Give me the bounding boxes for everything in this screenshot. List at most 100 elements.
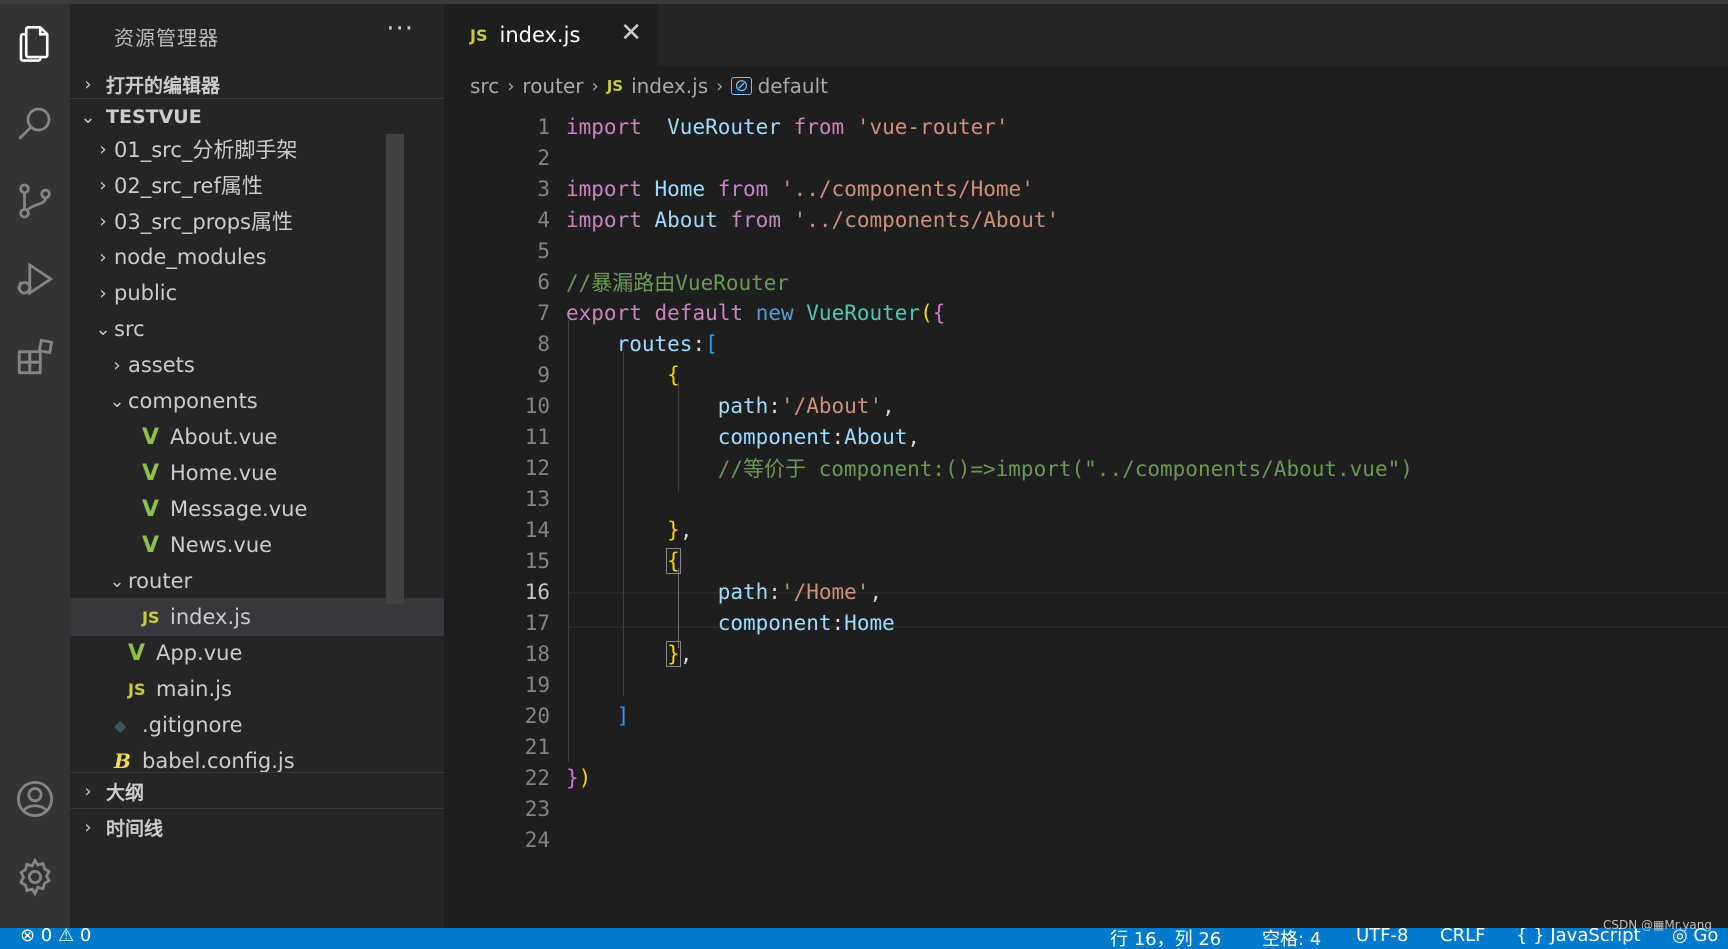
tree-item-label: Message.vue (170, 497, 308, 521)
code-line: import About from '../components/About' (444, 203, 1728, 237)
code-token: Home (844, 611, 895, 635)
code-comment: //暴漏路由VueRouter (566, 271, 790, 295)
breadcrumb: src › router › JS index.js › ⊘ default (444, 66, 1728, 106)
code-line: //暴漏路由VueRouter (444, 265, 1728, 299)
git-file-icon: ◆ (114, 715, 127, 735)
code-token: '../components/About' (793, 208, 1060, 232)
problems-indicator[interactable]: ⊗ 0 ⚠ 0 (20, 928, 91, 946)
code-token: ( (920, 301, 933, 325)
tab-bar: JS index.js ✕ (444, 4, 1728, 66)
encoding[interactable]: UTF-8 (1356, 928, 1408, 946)
code-token: { (932, 301, 946, 325)
code-line: //等价于 component:()=>import("../component… (444, 451, 1728, 485)
indentation[interactable]: 空格: 4 (1262, 928, 1321, 949)
line-number: 21 (444, 730, 1728, 764)
tree-item-label: 01_src_分析脚手架 (114, 138, 298, 162)
code-token: export (566, 301, 642, 325)
code-token: from (793, 115, 845, 139)
line-number: 24 (444, 823, 1728, 857)
search-icon[interactable] (0, 88, 70, 158)
code-token: VueRouter (806, 301, 921, 325)
js-file-icon: JS (128, 679, 146, 699)
line-number: 5 (444, 234, 1728, 268)
tree-item-label: node_modules (114, 245, 267, 269)
code-line: export default new VueRouter({ (444, 296, 1728, 330)
editor-area: JS index.js ✕ src › router › JS index.js… (444, 4, 1728, 928)
vue-file-icon: V (142, 532, 160, 558)
chevron-right-icon: › (99, 210, 107, 232)
section-timeline[interactable]: › 时间线 (70, 808, 444, 845)
sidebar-header: 资源管理器 ··· (70, 4, 444, 64)
code-token: : (692, 332, 706, 356)
vue-file-icon: V (142, 460, 160, 486)
code-token: 'vue-router' (856, 115, 1009, 139)
explorer-icon[interactable] (0, 8, 70, 78)
tree-item-label: src (114, 317, 145, 341)
tree-item-label: router (128, 569, 193, 593)
chevron-right-icon: › (84, 780, 92, 802)
code-token: } (666, 641, 681, 667)
close-icon[interactable]: ✕ (620, 18, 642, 48)
section-outline[interactable]: › 大纲 (70, 772, 444, 809)
tree-item-label: babel.config.js (142, 749, 295, 773)
chevron-right-icon: › (99, 246, 107, 268)
explorer-sidebar: 资源管理器 ··· › 打开的编辑器 ⌄ TESTVUE › 01_src_分析脚… (70, 4, 444, 928)
code-token: path (717, 580, 769, 604)
chevron-right-icon: › (507, 75, 515, 97)
code-token: , (907, 425, 921, 449)
breadcrumb-src[interactable]: src (470, 74, 499, 98)
line-number-label: 5 (537, 239, 550, 263)
js-file-icon: JS (470, 25, 488, 45)
line-number: 19 (444, 668, 1728, 702)
tree-item-label: 02_src_ref属性 (114, 174, 263, 198)
chevron-down-icon: ⌄ (109, 390, 125, 412)
account-icon[interactable] (0, 764, 70, 834)
tree-item[interactable]: ◆ .gitignore (70, 706, 444, 744)
sidebar-scrollbar[interactable] (386, 134, 404, 604)
watermark: CSDN @▦Mr.yang (1602, 918, 1712, 932)
line-ending[interactable]: CRLF (1440, 928, 1485, 946)
code-token: , (679, 642, 693, 666)
section-label: 时间线 (106, 817, 164, 840)
chevron-right-icon: › (84, 816, 92, 838)
source-control-icon[interactable] (0, 166, 70, 236)
code-token: { (667, 363, 680, 387)
code-line: component:About, (444, 420, 1728, 454)
more-actions-icon[interactable]: ··· (386, 14, 414, 44)
tree-item-label: index.js (170, 605, 251, 629)
breadcrumb-router[interactable]: router (522, 74, 583, 98)
code-editor[interactable]: 1 2 3 4 5 6 7 8 9 10 11 12 13 14 15 16 17 18 19 20 21 22 23 24 … (444, 110, 1728, 930)
breadcrumb-symbol[interactable]: default (758, 74, 828, 98)
js-file-icon: JS (606, 77, 624, 95)
code-token: : (831, 425, 845, 449)
tab-label: index.js (499, 23, 581, 47)
settings-gear-icon[interactable] (0, 842, 70, 912)
tab-index-js[interactable]: JS index.js ✕ (444, 4, 658, 66)
extensions-icon[interactable] (0, 322, 70, 392)
tree-item-label: 03_src_props属性 (114, 210, 294, 234)
sidebar-title: 资源管理器 (114, 26, 219, 50)
chevron-right-icon: › (99, 138, 107, 160)
code-token: , (679, 518, 693, 542)
vue-file-icon: V (142, 424, 160, 450)
tree-item[interactable]: V App.vue (70, 634, 444, 672)
section-open-editors[interactable]: › 打开的编辑器 (70, 66, 444, 102)
code-token: : (768, 580, 781, 604)
code-token: default (654, 301, 744, 325)
code-line: component:Home (444, 606, 1728, 640)
code-token: '../components/Home' (780, 177, 1034, 201)
run-debug-icon[interactable] (0, 244, 70, 314)
code-line: path:'/About', (444, 389, 1728, 423)
code-token: ] (616, 704, 630, 728)
tree-item-label: Home.vue (170, 461, 278, 485)
code-line: }, (444, 513, 1728, 547)
tree-item-label: .gitignore (142, 713, 243, 737)
chevron-right-icon: › (84, 73, 92, 95)
tree-item-label: App.vue (156, 641, 243, 665)
tree-item-label: public (114, 281, 178, 305)
code-token: } (667, 518, 680, 542)
breadcrumb-file[interactable]: index.js (631, 74, 708, 98)
cursor-position[interactable]: 行 16，列 26 (1110, 928, 1221, 949)
tree-item[interactable]: JS main.js (70, 670, 444, 708)
status-bar: ⊗ 0 ⚠ 0 行 16，列 26 空格: 4 UTF-8 CRLF { } J… (0, 928, 1728, 949)
